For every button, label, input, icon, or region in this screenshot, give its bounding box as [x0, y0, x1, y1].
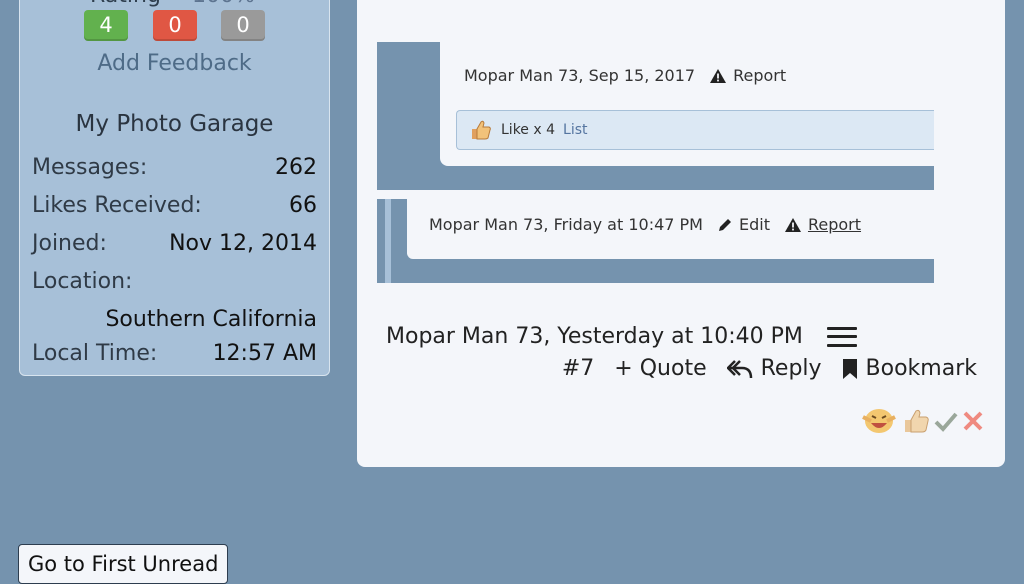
stat-joined: Joined: Nov 12, 2014 — [32, 231, 317, 256]
likes-summary-bar: Like x 4 List — [456, 110, 934, 150]
quoted-post-1-meta: Mopar Man 73, Sep 15, 2017 Report — [464, 66, 786, 85]
edit-label: Edit — [738, 215, 770, 234]
report-button[interactable]: Report — [709, 66, 786, 85]
quoted-post-1-author-date[interactable]: Mopar Man 73, Sep 15, 2017 — [464, 66, 695, 85]
stat-value: 66 — [289, 193, 317, 218]
user-sidebar: Rating 100% 4 0 0 Add Feedback My Photo … — [19, 0, 330, 376]
reply-label: Reply — [760, 356, 822, 381]
warning-icon — [710, 68, 727, 83]
location-value: Southern California — [105, 307, 317, 332]
checkmark-icon[interactable] — [933, 409, 959, 433]
reply-button[interactable]: Reply — [726, 356, 822, 381]
post-meta: Mopar Man 73, Yesterday at 10:40 PM — [386, 324, 857, 349]
post-actions: #7 + Quote Reply Bookmark — [562, 356, 977, 381]
stat-value[interactable]: 262 — [275, 155, 317, 180]
quoted-post-1: Mopar Man 73, Sep 15, 2017 Report Like x… — [377, 42, 934, 190]
likes-list-link[interactable]: List — [563, 122, 587, 138]
positive-feedback-count[interactable]: 4 — [84, 10, 128, 41]
laughing-face-icon[interactable] — [859, 407, 899, 435]
reaction-bar — [859, 407, 985, 435]
negative-feedback-count[interactable]: 0 — [153, 10, 197, 41]
post-card: Mopar Man 73, Sep 15, 2017 Report Like x… — [357, 0, 1005, 467]
add-feedback-link[interactable]: Add Feedback — [20, 51, 329, 76]
quoted-post-2-author-date[interactable]: Mopar Man 73, Friday at 10:47 PM — [429, 215, 703, 234]
neutral-feedback-count[interactable]: 0 — [221, 10, 265, 41]
stat-label: Location: — [32, 269, 133, 294]
report-label: Report — [807, 215, 862, 234]
stat-local-time: Local Time: 12:57 AM — [32, 341, 317, 366]
likes-count: Like x 4 — [501, 122, 556, 138]
post-author-date[interactable]: Mopar Man 73, Yesterday at 10:40 PM — [386, 324, 803, 349]
quoted-post-2-body: Mopar Man 73, Friday at 10:47 PM Edit Re… — [407, 199, 934, 259]
quoted-post-2: Mopar Man 73, Friday at 10:47 PM Edit Re… — [377, 199, 934, 283]
stat-location: Location: — [32, 269, 317, 294]
stat-likes-received: Likes Received: 66 — [32, 193, 317, 218]
quoted-post-1-body: Mopar Man 73, Sep 15, 2017 Report Like x… — [440, 42, 934, 166]
stat-messages: Messages: 262 — [32, 155, 317, 180]
stat-value: Nov 12, 2014 — [169, 231, 317, 256]
rating-label: Rating — [90, 0, 161, 8]
pencil-icon — [718, 218, 731, 231]
thumbs-up-icon[interactable] — [901, 407, 931, 435]
bookmark-label: Bookmark — [865, 356, 977, 381]
hamburger-menu-icon[interactable] — [826, 326, 857, 347]
thumbs-up-icon — [472, 120, 491, 140]
reply-icon — [726, 359, 752, 378]
stat-label: Likes Received: — [32, 193, 202, 218]
report-label: Report — [733, 66, 787, 85]
edit-button[interactable]: Edit — [717, 215, 770, 234]
warning-icon — [784, 217, 801, 232]
go-to-first-unread-button[interactable]: Go to First Unread — [18, 544, 229, 584]
stat-value: 12:57 AM — [212, 341, 317, 366]
stat-label: Messages: — [32, 155, 148, 180]
bookmark-icon — [842, 358, 857, 379]
quote-button[interactable]: + Quote — [614, 356, 706, 381]
photo-garage-link[interactable]: My Photo Garage — [20, 111, 329, 137]
quote-accent-bar — [385, 199, 391, 283]
post-number[interactable]: #7 — [562, 356, 594, 381]
stat-label: Joined: — [32, 231, 107, 256]
close-icon[interactable] — [961, 409, 985, 433]
rating-value: 100% — [192, 0, 255, 8]
report-button[interactable]: Report — [784, 215, 861, 234]
stat-label: Local Time: — [32, 341, 158, 366]
quoted-post-2-meta: Mopar Man 73, Friday at 10:47 PM Edit Re… — [429, 215, 861, 234]
bookmark-button[interactable]: Bookmark — [842, 356, 977, 381]
